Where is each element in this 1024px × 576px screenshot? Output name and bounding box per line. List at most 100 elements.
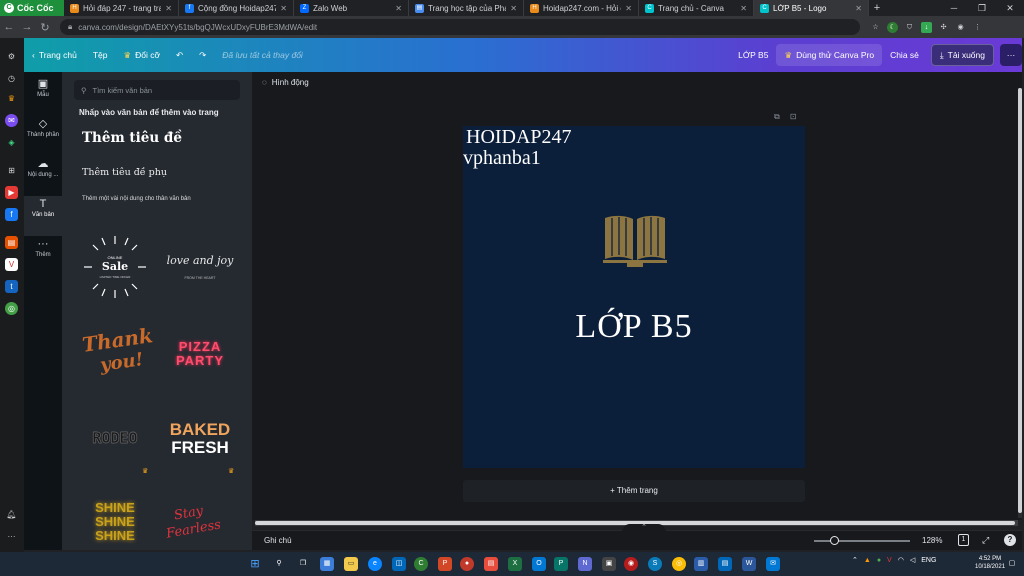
zoom-slider-handle[interactable] bbox=[830, 536, 840, 545]
download-ext-icon[interactable]: ↓ bbox=[921, 21, 932, 33]
tab-close-icon[interactable]: ✕ bbox=[510, 4, 517, 13]
mail-icon[interactable]: ✉ bbox=[766, 557, 780, 571]
star-icon[interactable]: ☆ bbox=[870, 22, 881, 33]
outlook-icon[interactable]: O bbox=[532, 557, 546, 571]
volume-icon[interactable]: ◁ bbox=[910, 556, 915, 564]
shield-icon[interactable]: ⛉ bbox=[904, 22, 915, 33]
undo-button[interactable]: ↶ bbox=[168, 50, 191, 61]
messenger-icon[interactable]: ✉ bbox=[5, 114, 18, 127]
browser-tab[interactable]: C LỚP B5 - Logo ✕ bbox=[754, 0, 869, 16]
browser-brand[interactable]: C Cốc Cốc bbox=[0, 0, 64, 16]
template-rodeo[interactable]: RODEO bbox=[76, 404, 154, 474]
new-tab-button[interactable]: + bbox=[869, 0, 885, 16]
open-book-icon[interactable] bbox=[603, 213, 667, 269]
tray-chevron-icon[interactable]: ⌃ bbox=[852, 556, 858, 564]
powerpoint-icon[interactable]: P bbox=[438, 557, 452, 571]
rail-item[interactable]: ··· Thêm bbox=[24, 236, 62, 276]
settings-icon[interactable]: ⚙ bbox=[5, 50, 18, 63]
help-icon[interactable]: ? bbox=[1004, 534, 1016, 546]
add-page-button[interactable]: + Thêm trang bbox=[463, 480, 805, 502]
shopee-icon[interactable]: ▤ bbox=[5, 236, 18, 249]
rail-item[interactable]: ▣ Mẫu bbox=[24, 76, 62, 116]
browser-tab[interactable]: ▤ Trang học tập của Phan Bá ✕ bbox=[409, 0, 524, 16]
onenote-icon[interactable]: N bbox=[578, 557, 592, 571]
chrome-icon[interactable]: ◎ bbox=[672, 557, 686, 571]
url-bar[interactable]: 🔒︎ canva.com/design/DAEtXYy51ts/bgQJWcxU… bbox=[60, 19, 860, 35]
facebook-icon[interactable]: f bbox=[5, 208, 18, 221]
widgets-icon[interactable]: ▦ bbox=[320, 557, 334, 571]
app-icon[interactable]: ▣ bbox=[602, 557, 616, 571]
try-pro-button[interactable]: ♛ Dùng thử Canva Pro bbox=[776, 44, 883, 66]
tray-app-icon-3[interactable]: V bbox=[887, 557, 892, 564]
template-stay-fearless[interactable]: Stay Fearless bbox=[160, 492, 238, 550]
tab-close-icon[interactable]: ✕ bbox=[625, 4, 632, 13]
file-explorer-icon[interactable]: ▭ bbox=[344, 557, 358, 571]
tray-app-icon[interactable]: ▲ bbox=[864, 557, 871, 564]
store-icon[interactable]: ◫ bbox=[392, 557, 406, 571]
sidebar-more-icon[interactable]: ··· bbox=[5, 530, 18, 543]
extension-moon-icon[interactable]: ☾ bbox=[887, 21, 898, 33]
vertical-scrollbar[interactable] bbox=[1018, 88, 1022, 518]
taskbar-clock[interactable]: 4:52 PM 10/18/2021 bbox=[975, 555, 1005, 571]
template-love-and-joy[interactable]: love and joy FROM THE HEART bbox=[160, 232, 238, 302]
template-shine[interactable]: SHINE SHINE SHINE bbox=[76, 492, 154, 550]
close-window-icon[interactable]: ✕ bbox=[996, 0, 1024, 16]
recorder-icon[interactable]: ◉ bbox=[624, 557, 638, 571]
add-shortcut-icon[interactable]: ⊞ bbox=[5, 164, 18, 177]
page-count[interactable]: 1 bbox=[958, 534, 969, 546]
template-online-sale[interactable]: ONLINE Sale LIMITED TIME OFFER bbox=[76, 232, 154, 302]
redo-button[interactable]: ↷ bbox=[191, 50, 214, 61]
share-button[interactable]: Chia sẻ bbox=[882, 50, 927, 60]
duplicate-page-icon[interactable]: ⧉ bbox=[774, 112, 780, 122]
maps-icon[interactable]: ◎ bbox=[5, 302, 18, 315]
browser-tab[interactable]: f Cộng đồng Hoidap247.com ✕ bbox=[179, 0, 294, 16]
add-heading-button[interactable]: Thêm tiêu đề bbox=[82, 130, 182, 146]
tab-close-icon[interactable]: ✕ bbox=[740, 4, 747, 13]
rail-item[interactable]: ☁ Nội dung ... bbox=[24, 156, 62, 196]
zoom-level[interactable]: 128% bbox=[922, 536, 942, 545]
forward-icon[interactable]: → bbox=[18, 21, 36, 33]
browser-tab[interactable]: H Hỏi đáp 247 - trang tra lời ✕ bbox=[64, 0, 179, 16]
back-icon[interactable]: ← bbox=[0, 21, 18, 33]
resize-button[interactable]: ♛ Đổi cỡ bbox=[115, 50, 168, 61]
more-actions-button[interactable]: ··· bbox=[1000, 44, 1022, 66]
template-thank-you[interactable]: Thank you! bbox=[76, 322, 154, 392]
browser-tab[interactable]: C Trang chủ - Canva ✕ bbox=[639, 0, 754, 16]
browser-tab[interactable]: H Hoidap247.com - Hỏi đáp ✕ bbox=[524, 0, 639, 16]
tray-app-icon-2[interactable]: ● bbox=[877, 557, 881, 564]
notifications-icon[interactable]: ▢ bbox=[1006, 557, 1018, 571]
tab-close-icon[interactable]: ✕ bbox=[165, 4, 172, 13]
crown-icon[interactable]: ♛ bbox=[5, 92, 18, 105]
publisher-icon[interactable]: P bbox=[554, 557, 568, 571]
wifi-icon[interactable]: ◠ bbox=[898, 556, 904, 564]
animate-button[interactable]: ◌ Hình động bbox=[262, 78, 309, 87]
windows-start-icon[interactable]: ⊞ bbox=[248, 557, 262, 571]
game-icon[interactable]: ◈ bbox=[5, 136, 18, 149]
file-menu-button[interactable]: Tệp bbox=[85, 50, 116, 60]
add-body-text-button[interactable]: Thêm một vài nội dung cho thân văn bản bbox=[82, 196, 191, 202]
design-page[interactable] bbox=[463, 126, 805, 468]
maximize-icon[interactable]: ❐ bbox=[968, 0, 996, 16]
screen-record-icon[interactable]: ● bbox=[460, 557, 474, 571]
page-title-text[interactable]: LỚP B5 bbox=[463, 308, 805, 346]
coccoc-taskbar-icon[interactable]: C bbox=[414, 557, 428, 571]
edge-icon[interactable]: e bbox=[368, 557, 382, 571]
notification-bell-icon[interactable]: 🔔︎ bbox=[5, 508, 18, 521]
news-icon[interactable]: V bbox=[5, 258, 18, 271]
profile-icon[interactable]: ◉ bbox=[955, 22, 966, 33]
minimize-icon[interactable]: ─ bbox=[940, 0, 968, 16]
reload-icon[interactable]: ↻ bbox=[36, 21, 54, 34]
word-icon[interactable]: W bbox=[742, 557, 756, 571]
history-icon[interactable]: ◷ bbox=[5, 72, 18, 85]
tab-close-icon[interactable]: ✕ bbox=[855, 4, 862, 13]
text-search-input[interactable]: ⚲ Tìm kiếm văn bản bbox=[74, 80, 240, 100]
lock-icon[interactable]: 🔒︎ bbox=[68, 22, 72, 32]
download-button[interactable]: ⤓ Tải xuống bbox=[930, 44, 994, 66]
browser-tab[interactable]: Z Zalo Web ✕ bbox=[294, 0, 409, 16]
youtube-icon[interactable]: ▶ bbox=[5, 186, 18, 199]
tab-close-icon[interactable]: ✕ bbox=[395, 4, 402, 13]
search-icon[interactable]: ⚲ bbox=[272, 557, 286, 571]
tab-close-icon[interactable]: ✕ bbox=[280, 4, 287, 13]
add-subheading-button[interactable]: Thêm tiêu đề phụ bbox=[82, 167, 167, 178]
rail-item[interactable]: ◇ Thành phần bbox=[24, 116, 62, 156]
